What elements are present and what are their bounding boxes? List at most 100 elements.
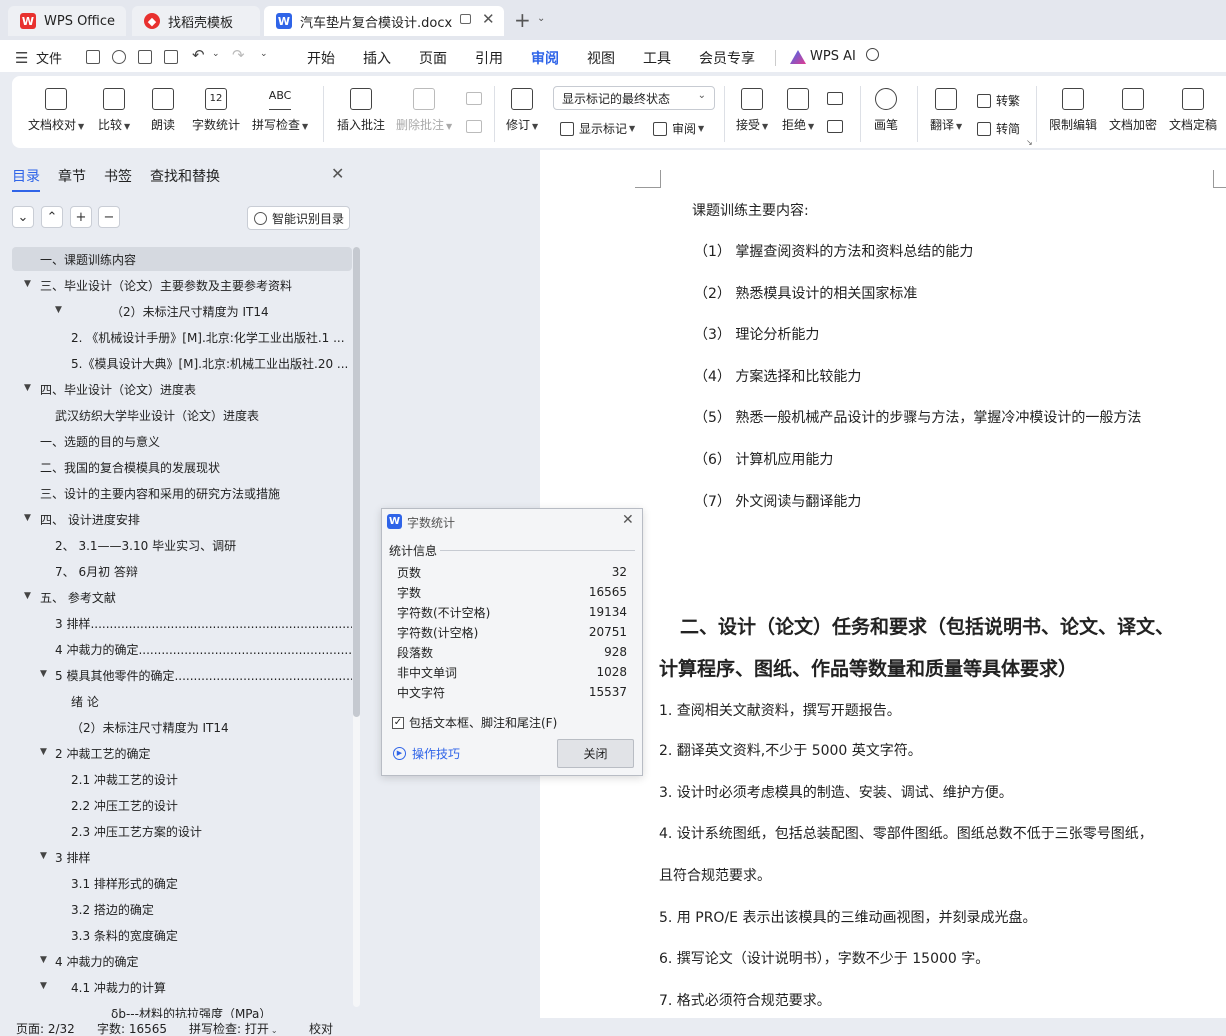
toc-item[interactable]: 3.2 搭边的确定 <box>12 897 352 921</box>
toc-item[interactable]: 2.1 冲裁工艺的设计 <box>12 767 352 791</box>
toc-scrollbar-thumb[interactable] <box>353 247 360 717</box>
tab-wps-office[interactable]: W WPS Office <box>8 6 126 36</box>
expand-triangle-icon[interactable]: ▼ <box>40 851 47 861</box>
toc-item[interactable]: 2、 3.1——3.10 毕业实习、调研 <box>12 533 352 557</box>
toc-item[interactable]: 一、课题训练内容 <box>12 247 352 271</box>
more-dropdown-icon[interactable]: ⌄ <box>260 49 268 59</box>
menu-review[interactable]: 审阅 <box>531 48 559 75</box>
menu-tools[interactable]: 工具 <box>643 48 671 68</box>
wps-ai-icon[interactable] <box>790 50 806 64</box>
toc-item[interactable]: 3.1 排样形式的确定 <box>12 871 352 895</box>
restore-window-icon[interactable] <box>460 14 471 24</box>
status-spell[interactable]: 拼写检查: 打开 ⌄ <box>189 1020 278 1036</box>
redo-icon[interactable]: ↷ <box>232 46 245 64</box>
tab-document[interactable]: W 汽车垫片复合模设计.docx ✕ <box>264 6 504 36</box>
toc-item[interactable]: ▼ 三、毕业设计（论文）主要参数及主要参考资料 <box>12 273 352 297</box>
dialog-close-button[interactable]: 关闭 <box>557 739 634 768</box>
toc-item[interactable]: ▼ 5 模具其他零件的确定............................… <box>12 663 352 687</box>
expand-triangle-icon[interactable]: ▼ <box>40 955 47 965</box>
collapse-all-button[interactable]: ⌄ <box>12 206 34 228</box>
word-count-dialog[interactable]: W 字数统计 ✕ 统计信息 页数 32 字数 16565 字符数(不计空格) 19134 字… <box>381 508 643 776</box>
toc-item[interactable]: 5.《模具设计大典》[M].北京:机械工业出版社.20 ... <box>12 351 352 375</box>
insert-comment-button[interactable]: 插入批注 <box>337 88 385 133</box>
toc-item[interactable]: 3.3 条料的宽度确定 <box>12 923 352 947</box>
search-icon[interactable] <box>866 48 879 61</box>
expand-triangle-icon[interactable]: ▼ <box>24 591 31 601</box>
menu-insert[interactable]: 插入 <box>363 48 391 68</box>
status-proofread[interactable]: 校对 <box>309 1020 333 1036</box>
spell-check-button[interactable]: ABC 拼写检查 ▼ <box>252 88 308 133</box>
close-pane-icon[interactable]: ✕ <box>331 164 344 183</box>
tab-list-chevron-icon[interactable]: ⌄ <box>537 13 545 24</box>
tab-templates[interactable]: ◆ 找稻壳模板 <box>132 6 260 36</box>
toc-item[interactable]: ▼ 2 冲裁工艺的确定 <box>12 741 352 765</box>
finalize-button[interactable]: 文档定稿 <box>1169 88 1217 133</box>
expand-triangle-icon[interactable]: ▼ <box>24 279 31 289</box>
hamburger-icon[interactable]: ☰ <box>15 49 28 67</box>
expand-triangle-icon[interactable]: ▼ <box>24 383 31 393</box>
toc-item[interactable]: 一、选题的目的与意义 <box>12 429 352 453</box>
print-preview-icon[interactable] <box>164 50 178 64</box>
toc-item[interactable]: ▼ 四、毕业设计（论文）进度表 <box>12 377 352 401</box>
tab-sections[interactable]: 章节 <box>58 166 86 186</box>
menu-page[interactable]: 页面 <box>419 48 447 68</box>
toc-item[interactable]: 三、设计的主要内容和采用的研究方法或措施 <box>12 481 352 505</box>
undo-dropdown-icon[interactable]: ⌄ <box>212 49 220 59</box>
toc-item[interactable]: 二、我国的复合模模具的发展现状 <box>12 455 352 479</box>
toc-item[interactable]: ▼ 4 冲裁力的确定 <box>12 949 352 973</box>
menu-wps-ai[interactable]: WPS AI <box>810 49 856 64</box>
show-markup-button[interactable]: 显示标记 ▼ <box>560 120 635 137</box>
status-page[interactable]: 页面: 2/32 <box>16 1020 75 1036</box>
toc-item[interactable]: ▼ 五、 参考文献 <box>12 585 352 609</box>
delete-comment-button[interactable]: 删除批注 ▼ <box>396 88 452 133</box>
reject-button[interactable]: 拒绝 ▼ <box>782 88 814 133</box>
tab-bookmarks[interactable]: 书签 <box>104 166 132 186</box>
restrict-edit-button[interactable]: 限制编辑 <box>1049 88 1097 133</box>
track-changes-button[interactable]: 修订 ▼ <box>506 88 538 133</box>
dialog-launcher-icon[interactable]: ↘ <box>1026 138 1033 147</box>
toc-item[interactable]: ▼ （2）未标注尺寸精度为 IT14 <box>12 299 352 323</box>
file-menu[interactable]: 文件 <box>36 48 62 67</box>
next-change-icon[interactable] <box>827 120 843 133</box>
undo-icon[interactable]: ↶ <box>192 46 205 64</box>
translate-button[interactable]: 翻译 ▼ <box>930 88 962 133</box>
toc-item[interactable]: （2）未标注尺寸精度为 IT14 <box>12 715 352 739</box>
add-heading-button[interactable]: + <box>70 206 92 228</box>
doc-check-button[interactable]: 文档校对 ▼ <box>28 88 84 133</box>
expand-button[interactable]: ⌃ <box>41 206 63 228</box>
to-traditional-button[interactable]: 转繁 <box>977 92 1020 109</box>
next-comment-icon[interactable] <box>466 120 482 133</box>
encrypt-button[interactable]: 文档加密 <box>1109 88 1157 133</box>
tips-link[interactable]: ▶ 操作技巧 <box>393 745 460 762</box>
read-aloud-button[interactable]: 朗读 <box>151 88 175 133</box>
smart-toc-button[interactable]: 智能识别目录 <box>247 206 350 230</box>
toc-item[interactable]: ▼ 4.1 冲裁力的计算 <box>12 975 352 999</box>
toc-item[interactable]: 武汉纺织大学毕业设计（论文）进度表 <box>12 403 352 427</box>
toc-item[interactable]: 2.2 冲压工艺的设计 <box>12 793 352 817</box>
toc-item[interactable]: 绪 论 <box>12 689 352 713</box>
status-words[interactable]: 字数: 16565 <box>97 1020 167 1036</box>
close-tab-icon[interactable]: ✕ <box>482 10 495 28</box>
menu-start[interactable]: 开始 <box>307 48 335 68</box>
menu-view[interactable]: 视图 <box>587 48 615 68</box>
expand-triangle-icon[interactable]: ▼ <box>24 513 31 523</box>
tab-toc[interactable]: 目录 <box>12 166 40 192</box>
save-icon[interactable] <box>86 50 100 64</box>
toc-item[interactable]: 7、 6月初 答辩 <box>12 559 352 583</box>
expand-triangle-icon[interactable]: ▼ <box>55 305 62 315</box>
word-count-button[interactable]: 12 字数统计 <box>192 88 240 133</box>
toc-item[interactable]: ▼ 3 排样 <box>12 845 352 869</box>
prev-change-icon[interactable] <box>827 92 843 105</box>
new-tab-button[interactable]: + <box>514 8 531 32</box>
compare-button[interactable]: 比较 ▼ <box>98 88 130 133</box>
markup-mode-select[interactable]: 显示标记的最终状态 ⌄ <box>553 86 715 110</box>
menu-member[interactable]: 会员专享 <box>699 48 755 68</box>
pen-button[interactable]: 画笔 <box>874 88 898 133</box>
toc-item[interactable]: 3 排样....................................… <box>12 611 352 635</box>
expand-triangle-icon[interactable]: ▼ <box>40 669 47 679</box>
review-pane-button[interactable]: 审阅 ▼ <box>653 120 704 137</box>
print-icon[interactable] <box>138 50 152 64</box>
tab-find-replace[interactable]: 查找和替换 <box>150 166 220 186</box>
menu-references[interactable]: 引用 <box>475 48 503 68</box>
expand-triangle-icon[interactable]: ▼ <box>40 747 47 757</box>
